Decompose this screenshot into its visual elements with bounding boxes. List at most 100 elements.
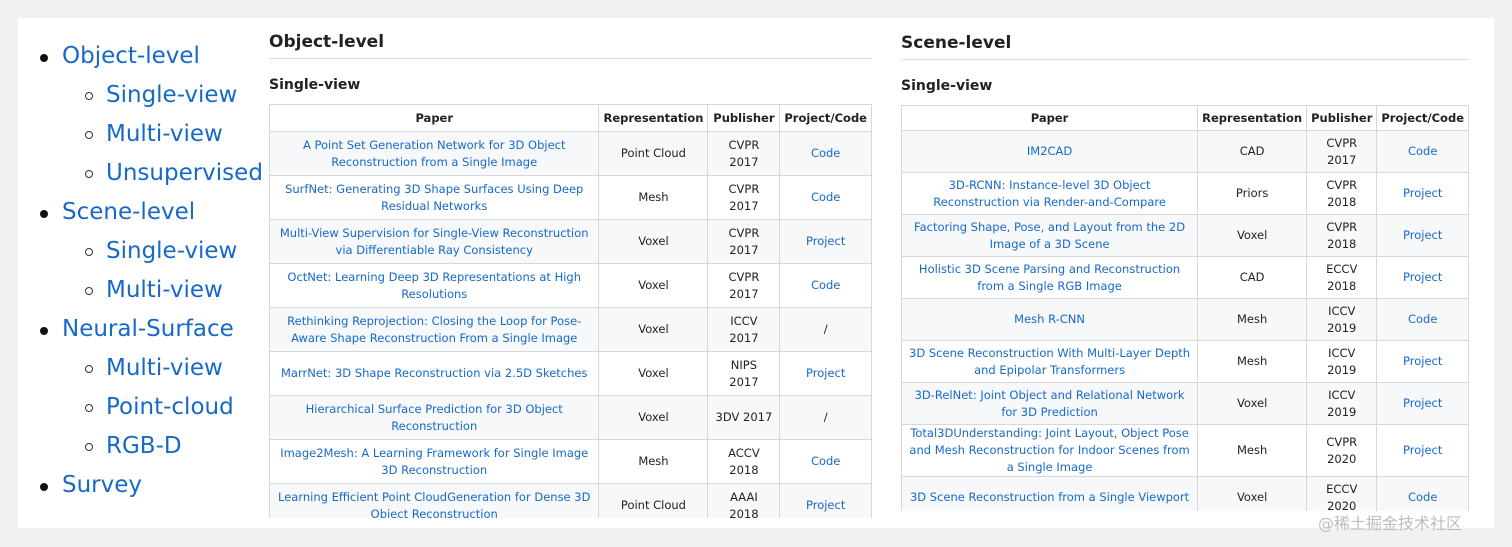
col-header-paper: Paper (901, 105, 1199, 131)
toc-item-neural-surface[interactable]: Neural-Surface (40, 316, 250, 347)
representation-cell: Mesh (1197, 298, 1308, 341)
paper-title-link[interactable]: Mesh R-CNN (1014, 312, 1085, 326)
representation-cell: Voxel (1197, 214, 1308, 257)
project-code-link[interactable]: Project (1403, 186, 1442, 200)
toc-subitem-object-level-single-view[interactable]: Single-view (40, 82, 250, 113)
publisher-cell: ICCV 2019 (1306, 298, 1378, 341)
project-code-link[interactable]: Code (811, 146, 840, 160)
toc-subitem-neural-surface-point-cloud[interactable]: Point-cloud (40, 394, 250, 425)
project-code-link[interactable]: Project (1403, 354, 1442, 368)
project-code-link[interactable]: Code (811, 454, 840, 468)
publisher-cell: CVPR 2017 (707, 263, 781, 308)
table-row: Mesh R-CNN Mesh ICCV 2019 Code (901, 298, 1469, 341)
paper-title-link[interactable]: SurfNet: Generating 3D Shape Surfaces Us… (285, 182, 583, 213)
toc-sublink[interactable]: Single-view (106, 238, 237, 264)
project-code-link[interactable]: Code (811, 190, 840, 204)
watermark: @稀土掘金技术社区 (1318, 514, 1463, 533)
bullet-dot-icon (40, 210, 48, 218)
paper-title-link[interactable]: OctNet: Learning Deep 3D Representations… (287, 270, 581, 301)
paper-title-link[interactable]: Hierarchical Surface Prediction for 3D O… (306, 402, 563, 433)
bullet-circle-icon (85, 365, 93, 373)
publisher-cell: NIPS 2017 (729, 357, 759, 389)
representation-cell: Mesh (1236, 443, 1268, 457)
table-row: 3D Scene Reconstruction With Multi-Layer… (901, 340, 1469, 383)
paper-title-link[interactable]: Total3DUnderstanding: Joint Layout, Obje… (909, 426, 1189, 474)
table-row: IM2CAD CAD CVPR 2017 Code (901, 130, 1469, 173)
project-code-link[interactable]: Project (1403, 443, 1442, 457)
paper-title-cell: A Point Set Generation Network for 3D Ob… (269, 131, 600, 176)
publisher-cell: 3DV 2017 (715, 410, 773, 424)
toc-item-object-level[interactable]: Object-level (40, 43, 250, 74)
publisher-cell: ICCV 2019 (1306, 382, 1378, 425)
representation-cell: Mesh (1197, 340, 1308, 383)
toc-subitem-object-level-unsupervised[interactable]: Unsupervised (40, 160, 263, 191)
paper-title-link[interactable]: Multi-View Supervision for Single-View R… (280, 226, 589, 257)
toc-sublink[interactable]: Multi-view (106, 355, 223, 381)
publisher-cell: CVPR 2017 (728, 225, 760, 257)
paper-title-link[interactable]: 3D-RelNet: Joint Object and Relational N… (915, 388, 1185, 419)
representation-cell: Voxel (598, 263, 709, 308)
representation-cell: Point Cloud (598, 131, 709, 176)
paper-title-link[interactable]: Factoring Shape, Pose, and Layout from t… (914, 220, 1185, 251)
project-code-link[interactable]: Project (1403, 396, 1442, 410)
project-code-link[interactable]: Project (806, 498, 845, 512)
toc-sublink[interactable]: Single-view (106, 82, 237, 108)
project-code-link[interactable]: Project (1403, 270, 1442, 284)
paper-title-link[interactable]: 3D-RCNN: Instance-level 3D Object Recons… (933, 178, 1166, 209)
toc-link[interactable]: Object-level (62, 43, 200, 69)
toc-item-scene-level[interactable]: Scene-level (40, 199, 250, 230)
project-code-link[interactable]: Project (806, 366, 845, 380)
representation-cell: Voxel (638, 234, 669, 248)
publisher-cell: ICCV 2019 (1306, 340, 1378, 383)
toc-item-survey[interactable]: Survey (40, 472, 250, 503)
toc-subitem-neural-surface-rgb-d[interactable]: RGB-D (40, 433, 250, 464)
toc-subitem-object-level-multi-view[interactable]: Multi-view (40, 121, 250, 152)
project-code-cell: Project (1376, 424, 1469, 477)
paper-title-link[interactable]: IM2CAD (1027, 144, 1072, 158)
toc-sublink[interactable]: Point-cloud (106, 394, 234, 420)
publisher-cell: 3DV 2017 (707, 395, 781, 440)
object-table-viewport: Paper Representation Publisher Project/C… (269, 104, 872, 518)
toc-link[interactable]: Scene-level (62, 199, 195, 225)
paper-title-link[interactable]: 3D Scene Reconstruction from a Single Vi… (910, 490, 1189, 504)
toc-subitem-neural-surface-multi-view[interactable]: Multi-view (40, 355, 250, 386)
toc-sublink[interactable]: RGB-D (106, 433, 182, 459)
paper-title-link[interactable]: 3D Scene Reconstruction With Multi-Layer… (909, 346, 1190, 377)
table-row: Multi-View Supervision for Single-View R… (269, 219, 872, 264)
toc-sublink[interactable]: Multi-view (106, 121, 223, 147)
paper-title-link[interactable]: Holistic 3D Scene Parsing and Reconstruc… (919, 262, 1180, 293)
table-row: A Point Set Generation Network for 3D Ob… (269, 131, 872, 176)
table-row: SurfNet: Generating 3D Shape Surfaces Us… (269, 175, 872, 220)
project-code-link[interactable]: Code (1408, 144, 1437, 158)
representation-cell: Voxel (1236, 396, 1268, 410)
toc-sublink[interactable]: Unsupervised (106, 160, 263, 186)
toc-subitem-scene-level-single-view[interactable]: Single-view (40, 238, 250, 269)
paper-title-link[interactable]: A Point Set Generation Network for 3D Ob… (303, 138, 566, 169)
project-code-link[interactable]: Project (1403, 228, 1442, 242)
paper-title-link[interactable]: Image2Mesh: A Learning Framework for Sin… (280, 446, 588, 477)
paper-title-cell: IM2CAD (901, 130, 1199, 173)
toc-subitem-scene-level-multi-view[interactable]: Multi-view (40, 277, 250, 308)
project-code-link[interactable]: Code (1408, 490, 1437, 504)
representation-cell: Mesh (598, 439, 709, 484)
paper-title-link[interactable]: Rethinking Reprojection: Closing the Loo… (287, 314, 581, 345)
scene-level-heading: Scene-level (901, 33, 1469, 60)
paper-title-link[interactable]: Learning Efficient Point CloudGeneration… (278, 490, 590, 519)
table-row: Image2Mesh: A Learning Framework for Sin… (269, 439, 872, 484)
col-header-project-code: Project/Code (779, 104, 872, 132)
paper-title-cell: SurfNet: Generating 3D Shape Surfaces Us… (269, 175, 600, 220)
project-code-link[interactable]: Project (806, 234, 845, 248)
project-code-link[interactable]: Code (1408, 312, 1437, 326)
paper-title-link[interactable]: MarrNet: 3D Shape Reconstruction via 2.5… (281, 366, 587, 380)
paper-title-cell: Factoring Shape, Pose, and Layout from t… (901, 214, 1199, 257)
representation-cell: Mesh (598, 175, 709, 220)
publisher-cell: CVPR 2018 (1306, 172, 1378, 215)
paper-title-cell: Learning Efficient Point CloudGeneration… (269, 483, 600, 519)
project-code-link[interactable]: Code (811, 278, 840, 292)
paper-title-cell: Image2Mesh: A Learning Framework for Sin… (269, 439, 600, 484)
project-code-cell: Project (779, 351, 872, 396)
toc-sublink[interactable]: Multi-view (106, 277, 223, 303)
toc-link[interactable]: Survey (62, 472, 142, 498)
publisher-cell: CVPR 2020 (1326, 434, 1358, 466)
toc-link[interactable]: Neural-Surface (62, 316, 234, 342)
